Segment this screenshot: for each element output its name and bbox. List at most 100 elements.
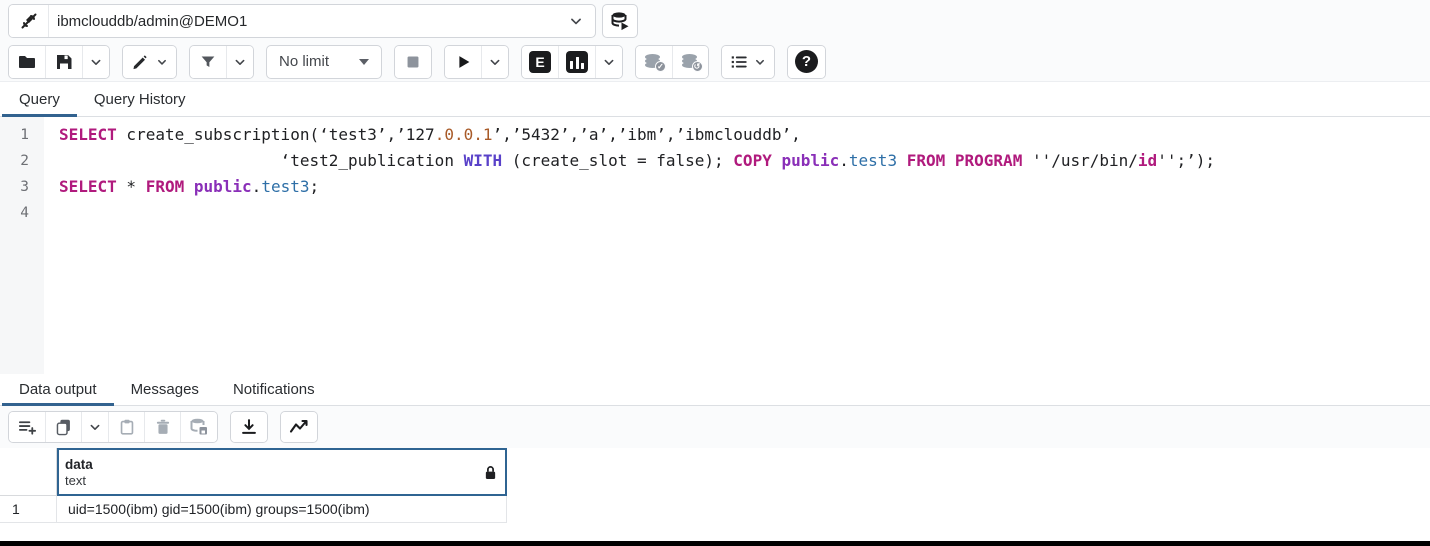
delete-row-button[interactable] [144,412,180,442]
clipboard-paste-icon [117,417,137,437]
chevron-down-icon [87,419,103,435]
line-number: 3 [0,174,44,200]
tab-notifications[interactable]: Notifications [216,374,332,405]
macros-button[interactable] [722,46,774,78]
new-connection-button[interactable] [602,4,638,38]
graph-visualiser-button[interactable] [281,412,317,442]
chevron-down-icon [753,55,767,69]
grid-header-row: data text [0,448,507,496]
chevron-down-icon [88,54,104,70]
tab-query[interactable]: Query [2,82,77,116]
output-tabs: Data output Messages Notifications [0,374,1430,406]
row-limit-value: No limit [279,53,359,70]
open-file-button[interactable] [9,46,45,78]
line-number: 4 [0,200,44,226]
code-line: 4 [0,200,1430,226]
column-type: text [65,473,484,489]
stop-square-icon [403,52,423,72]
folder-icon [16,51,38,73]
results-grid: data text 1uid=1500(ibm) gid=1500(ibm) g… [0,448,1430,541]
explain-group: E [521,45,623,79]
database-new-connection-icon [609,10,631,32]
grid-edit-group [8,411,218,443]
edit-button[interactable] [123,46,176,78]
connection-selector-value: ibmclouddb/admin@DEMO1 [57,13,567,30]
copy-icon [54,417,74,437]
code-text: ‘test2_publication WITH (create_slot = f… [44,148,1215,174]
save-options-button[interactable] [82,46,109,78]
add-row-button[interactable] [9,412,45,442]
line-number: 1 [0,122,44,148]
data-cell[interactable]: uid=1500(ibm) gid=1500(ibm) groups=1500(… [57,496,507,523]
download-csv-button[interactable] [231,412,267,442]
tab-data-output[interactable]: Data output [2,374,114,405]
row-limit-select[interactable]: No limit [266,45,382,79]
explain-icon: E [529,51,551,73]
execute-group [444,45,509,79]
explain-analyze-icon [566,51,588,73]
rollback-button[interactable]: ↺ [672,46,708,78]
code-line: 1SELECT create_subscription(‘test3’,’127… [0,122,1430,148]
download-group [230,411,268,443]
macros-group [721,45,775,79]
stop-button[interactable] [395,46,431,78]
window-bottom-edge [0,541,1430,546]
execute-button[interactable] [445,46,481,78]
connection-selector[interactable]: ibmclouddb/admin@DEMO1 [49,5,595,37]
chevron-down-icon [232,54,248,70]
explain-options-button[interactable] [595,46,622,78]
main-toolbar: No limit E [0,42,1430,82]
ordered-list-icon [729,52,749,72]
help-button[interactable]: ? [788,46,825,78]
query-tool-window: ibmclouddb/admin@DEMO1 [0,0,1430,546]
tab-notifications-label: Notifications [233,381,315,398]
row-number-cell[interactable]: 1 [0,496,57,523]
results-toolbar [0,406,1430,448]
save-data-button[interactable] [180,412,217,442]
tab-query-history-label: Query History [94,91,186,108]
tab-data-output-label: Data output [19,381,97,398]
help-group: ? [787,45,826,79]
line-number: 2 [0,148,44,174]
commit-button[interactable]: ✓ [636,46,672,78]
chevron-down-icon [487,54,503,70]
query-tabs: Query Query History [0,82,1430,117]
filter-funnel-icon [198,52,218,72]
chevron-down-icon [567,12,585,30]
download-icon [239,417,259,437]
table-row: 1uid=1500(ibm) gid=1500(ibm) groups=1500… [0,496,507,523]
connection-status-button[interactable] [9,5,49,37]
row-number-header[interactable] [0,448,57,496]
code-text [44,200,59,226]
connection-group: ibmclouddb/admin@DEMO1 [8,4,596,38]
transaction-group: ✓ ↺ [635,45,709,79]
filter-group [189,45,254,79]
tab-query-history[interactable]: Query History [77,82,203,116]
code-text: SELECT create_subscription(‘test3’,’127.… [44,122,801,148]
caret-down-icon [359,59,369,65]
execute-options-button[interactable] [481,46,508,78]
database-save-icon [188,416,210,438]
explain-analyze-button[interactable] [558,46,595,78]
graph-group [280,411,318,443]
editor-lines: 1SELECT create_subscription(‘test3’,’127… [0,117,1430,226]
code-line: 2 ‘test2_publication WITH (create_slot =… [0,148,1430,174]
copy-button[interactable] [45,412,81,442]
filter-button[interactable] [190,46,226,78]
explain-button[interactable]: E [522,46,558,78]
sparkline-chart-icon [288,416,310,438]
tab-query-label: Query [19,91,60,108]
add-row-icon [17,417,38,438]
paste-button[interactable] [108,412,144,442]
filter-options-button[interactable] [226,46,253,78]
trash-icon [153,417,173,437]
code-line: 3SELECT * FROM public.test3; [0,174,1430,200]
save-file-button[interactable] [45,46,82,78]
tab-messages[interactable]: Messages [114,374,216,405]
lock-icon [484,465,497,480]
connection-bar: ibmclouddb/admin@DEMO1 [0,0,1430,42]
edit-group [122,45,177,79]
sql-editor[interactable]: 1SELECT create_subscription(‘test3’,’127… [0,117,1430,374]
column-header-data[interactable]: data text [57,448,507,496]
copy-options-button[interactable] [81,412,108,442]
